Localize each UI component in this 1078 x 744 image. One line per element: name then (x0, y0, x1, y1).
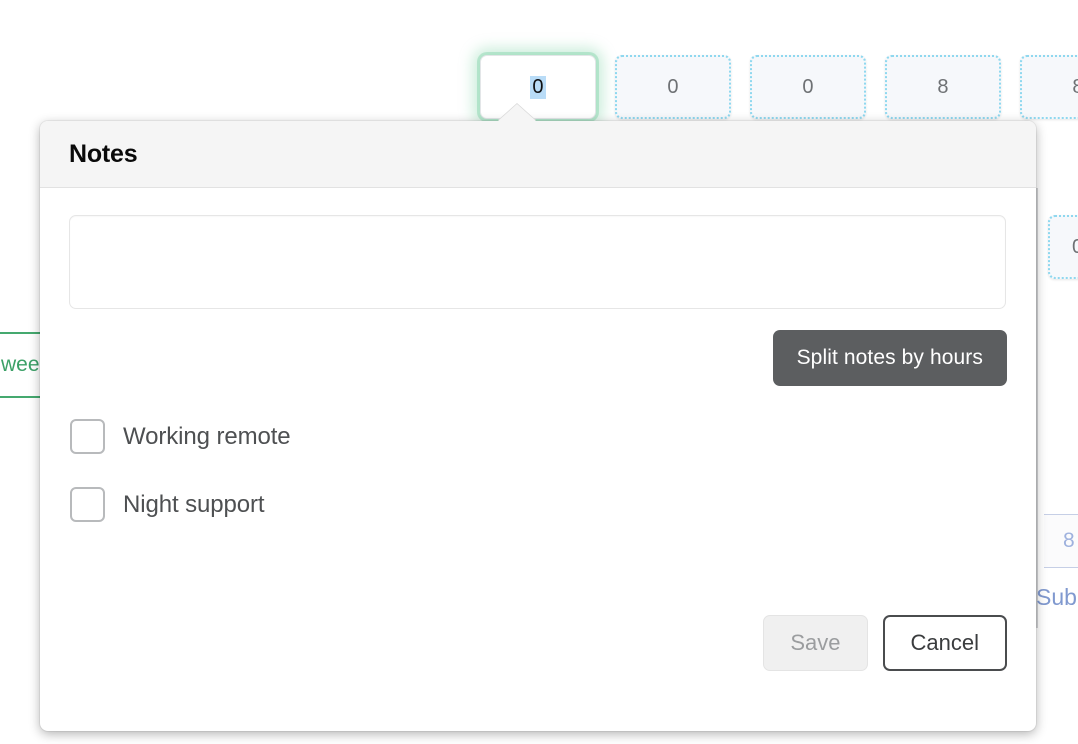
dialog-body: Split notes by hours Working remote Nigh… (40, 188, 1036, 522)
hours-entry-row: 0 0 0 8 8 (0, 55, 1078, 121)
submit-link[interactable]: Sub (1036, 584, 1077, 611)
working-remote-checkbox[interactable] (70, 419, 105, 454)
hour-cell[interactable]: 0 (750, 55, 866, 119)
cancel-button[interactable]: Cancel (882, 615, 1007, 671)
split-notes-by-hours-button[interactable]: Split notes by hours (772, 330, 1007, 386)
panel-divider-rule (1036, 188, 1038, 628)
hour-cell-value: 0 (802, 75, 814, 98)
split-notes-row: Split notes by hours (69, 330, 1007, 386)
week-label: wee (1, 353, 40, 376)
dialog-header: Notes (40, 121, 1036, 188)
hour-cell-value: 0 (530, 75, 546, 99)
night-support-checkbox[interactable] (70, 487, 105, 522)
working-remote-row[interactable]: Working remote (69, 419, 1007, 454)
hour-cell-value: 8 (937, 75, 949, 98)
working-remote-label: Working remote (123, 422, 291, 450)
row-total-value: 8 (1063, 529, 1075, 552)
save-button[interactable]: Save (763, 615, 868, 671)
hour-cell-value: 0 (667, 75, 679, 98)
hour-cell[interactable]: 8 (1020, 55, 1078, 119)
hour-cell-value: 8 (1072, 76, 1078, 99)
hour-cell[interactable]: 8 (885, 55, 1001, 119)
hour-cell-right-edge[interactable]: 0 (1048, 215, 1078, 279)
row-total-cell: 8 (1044, 514, 1078, 568)
dialog-title: Notes (69, 139, 138, 168)
dialog-footer: Save Cancel (763, 615, 1007, 671)
hour-cell-value: 0 (1072, 235, 1078, 258)
dialog-caret-icon (498, 104, 536, 121)
hour-cell[interactable]: 0 (615, 55, 731, 119)
night-support-row[interactable]: Night support (69, 487, 1007, 522)
night-support-label: Night support (123, 490, 265, 518)
notes-input[interactable] (69, 215, 1006, 309)
notes-dialog: Notes Split notes by hours Working remot… (40, 104, 1036, 731)
